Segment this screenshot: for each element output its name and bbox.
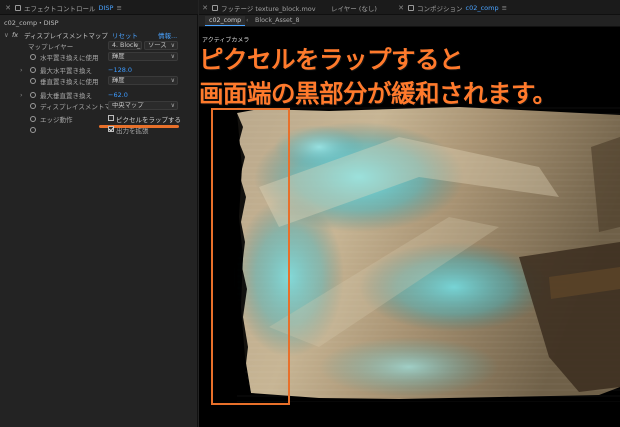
effect-controls-panel: ✕ エフェクトコントロール DISP ≡ c02_comp・DISP ∨ fx … — [0, 0, 198, 427]
horizontal-use-row: 水平置き換えに使用 輝度 ∨ — [0, 51, 198, 62]
stopwatch-icon[interactable] — [30, 92, 36, 98]
composition-tab-prefix: コンポジション — [417, 4, 463, 13]
close-icon[interactable]: ✕ — [201, 4, 209, 12]
stopwatch-icon[interactable] — [30, 127, 36, 133]
max-vertical-label: 最大垂直置き換え — [40, 91, 92, 100]
max-vertical-value[interactable]: −62.0 — [108, 91, 128, 99]
about-link[interactable]: 情報... — [158, 30, 177, 40]
map-layer-label: マップレイヤー — [28, 42, 74, 51]
stopwatch-icon[interactable] — [30, 103, 36, 109]
horizontal-use-value: 輝度 — [112, 53, 125, 60]
after-effects-window: ✕ エフェクトコントロール DISP ≡ c02_comp・DISP ∨ fx … — [0, 0, 620, 427]
comp-layer-path: c02_comp・DISP — [4, 19, 59, 27]
annotation-line-1: ピクセルをラップすると — [199, 45, 464, 74]
chevron-down-icon: ∨ — [170, 53, 175, 60]
map-source-value: ソース — [148, 42, 167, 49]
chevron-down-icon: ∨ — [134, 42, 139, 49]
map-behavior-value: 中央マップ — [112, 102, 144, 109]
fx-icon[interactable]: fx — [12, 31, 18, 39]
stopwatch-icon[interactable] — [30, 116, 36, 122]
close-icon[interactable]: ✕ — [397, 4, 405, 12]
vertical-use-label: 垂直置き換えに使用 — [40, 77, 99, 86]
lock-icon[interactable] — [408, 4, 414, 11]
vertical-use-value: 輝度 — [112, 77, 125, 84]
effect-name: ディスプレイスメントマップ — [24, 31, 108, 40]
max-vertical-row: › 最大垂直置き換え −62.0 — [0, 89, 198, 100]
effect-controls-tab[interactable]: ✕ エフェクトコントロール DISP ≡ — [4, 0, 122, 15]
map-behavior-dropdown[interactable]: 中央マップ ∨ — [108, 101, 178, 110]
effect-controls-tab-label: エフェクトコントロール — [24, 4, 96, 13]
reset-link[interactable]: リセット — [112, 30, 138, 40]
footage-tab-label: フッテージ texture_block.mov — [221, 4, 316, 13]
chevron-right-icon[interactable]: › — [20, 91, 23, 99]
max-horizontal-row: › 最大水平置き換え −128.0 — [0, 64, 198, 75]
chevron-down-icon[interactable]: ∨ — [4, 31, 9, 39]
viewer-subtabs: c02_comp ‹ Block_Asset_8 — [199, 15, 620, 27]
panel-menu-icon[interactable]: ≡ — [502, 4, 507, 12]
chevron-right-icon[interactable]: › — [20, 66, 23, 74]
map-source-dropdown[interactable]: ソース ∨ — [144, 41, 178, 50]
edge-behavior-label: エッジ動作 — [40, 115, 73, 124]
subtab-block-asset[interactable]: Block_Asset_8 — [251, 16, 304, 26]
expand-output-row: 出力を拡張 — [0, 124, 198, 135]
expand-output-checkbox[interactable] — [108, 126, 114, 132]
expand-output-label[interactable]: 出力を拡張 — [116, 125, 149, 135]
chevron-down-icon: ∨ — [170, 77, 175, 84]
lock-icon[interactable] — [212, 4, 218, 11]
annotation-line-2: 画面端の黒部分が緩和されます。 — [199, 79, 557, 108]
viewer-tab-bar: ✕ フッテージ texture_block.mov レイヤー (なし) ✕ コン… — [199, 0, 620, 15]
map-behavior-row: ディスプレイスメントマッ 中央マップ ∨ — [0, 100, 198, 111]
footage-tab[interactable]: ✕ フッテージ texture_block.mov — [201, 0, 316, 15]
chevron-down-icon: ∨ — [170, 102, 175, 109]
vertical-use-row: 垂直置き換えに使用 輝度 ∨ — [0, 75, 198, 86]
effect-header-row[interactable]: ∨ fx ディスプレイスメントマップ リセット 情報... — [0, 29, 198, 40]
composition-tab[interactable]: ✕ コンポジション c02_comp ≡ — [397, 0, 507, 15]
layer-tab[interactable]: レイヤー (なし) — [331, 0, 377, 15]
wrap-pixels-label[interactable]: ピクセルをラップする — [116, 114, 181, 124]
edge-behavior-row: エッジ動作 ピクセルをラップする — [0, 113, 198, 124]
effect-controls-tab-bar: ✕ エフェクトコントロール DISP ≡ — [0, 0, 198, 15]
stopwatch-icon[interactable] — [30, 54, 36, 60]
lock-icon[interactable] — [15, 4, 21, 11]
stopwatch-icon[interactable] — [30, 67, 36, 73]
layer-tab-label: レイヤー (なし) — [331, 4, 377, 13]
chevron-down-icon: ∨ — [170, 42, 175, 49]
max-horizontal-label: 最大水平置き換え — [40, 66, 92, 75]
composition-tab-name: c02_comp — [465, 3, 499, 12]
vertical-use-dropdown[interactable]: 輝度 ∨ — [108, 76, 178, 85]
horizontal-use-dropdown[interactable]: 輝度 ∨ — [108, 52, 178, 61]
subtab-c02-comp[interactable]: c02_comp — [205, 16, 246, 26]
horizontal-use-label: 水平置き換えに使用 — [40, 53, 99, 62]
panel-menu-icon[interactable]: ≡ — [116, 4, 121, 12]
annotation-highlight-box — [211, 108, 290, 405]
stopwatch-icon[interactable] — [30, 78, 36, 84]
map-layer-dropdown[interactable]: 4. Block_ ∨ — [108, 41, 142, 50]
map-layer-row: マップレイヤー 4. Block_ ∨ ソース ∨ — [0, 40, 198, 51]
wrap-pixels-checkbox[interactable] — [108, 115, 114, 121]
close-icon[interactable]: ✕ — [4, 4, 12, 12]
max-horizontal-value[interactable]: −128.0 — [108, 66, 132, 74]
effect-controls-tab-comp: DISP — [98, 3, 114, 12]
map-behavior-label: ディスプレイスメントマッ — [40, 102, 118, 111]
